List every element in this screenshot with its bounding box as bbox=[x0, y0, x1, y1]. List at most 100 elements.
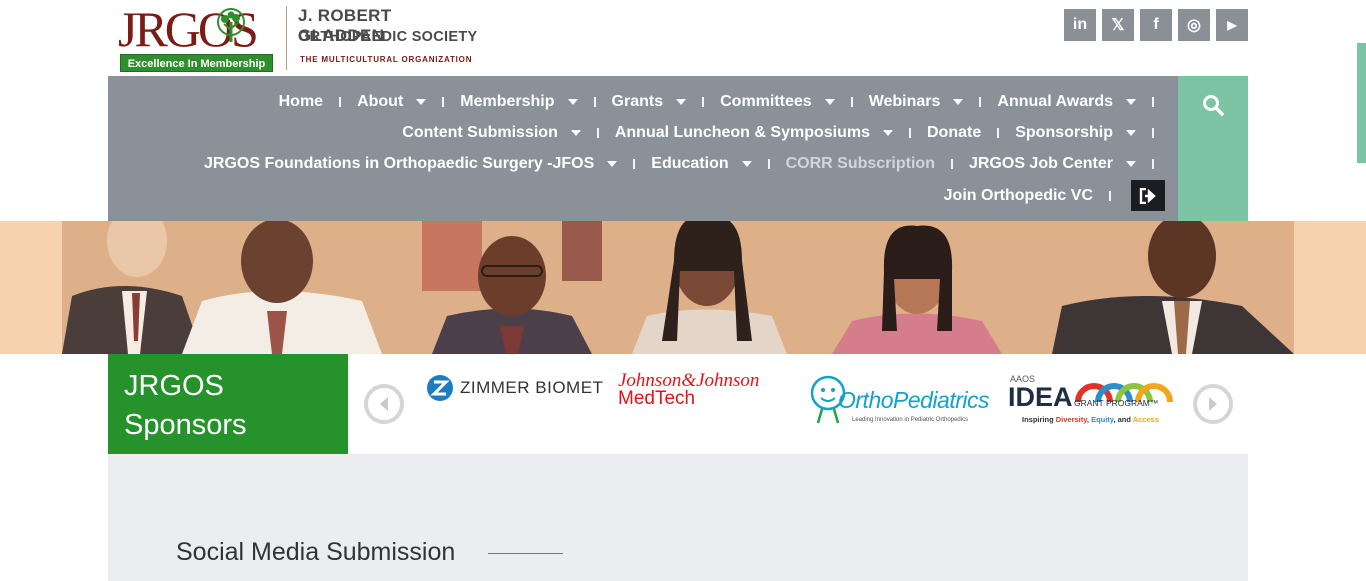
carousel-prev-button[interactable] bbox=[364, 384, 404, 424]
nav-about[interactable]: About bbox=[357, 93, 427, 111]
nav-grants-label: Grants bbox=[611, 93, 664, 110]
nav-donate[interactable]: Donate bbox=[927, 124, 981, 142]
logo-mark: JRGOS Excellence In Membership bbox=[118, 2, 274, 72]
nav-separator bbox=[979, 97, 982, 107]
orthopediatrics-name: OrthoPediatrics bbox=[838, 387, 990, 413]
nav-separator bbox=[702, 97, 705, 107]
nav-row-1: Home About Membership Grants Committees … bbox=[279, 93, 1170, 111]
x-icon[interactable]: 𝕏 bbox=[1102, 9, 1134, 41]
chevron-down-icon bbox=[953, 99, 964, 105]
nav-join-vc-label: Join Orthopedic VC bbox=[943, 186, 1093, 204]
zimmer-biomet-logo-icon bbox=[427, 375, 453, 401]
facebook-icon[interactable]: f bbox=[1140, 9, 1172, 41]
nav-annual-luncheon-label: Annual Luncheon & Symposiums bbox=[614, 124, 870, 141]
nav-jfos[interactable]: JRGOS Foundations in Orthopaedic Surgery… bbox=[204, 155, 618, 173]
chevron-down-icon bbox=[1126, 130, 1136, 136]
sponsor-aaos-idea[interactable]: AAOS IDEA GRANT PROGRAM™ Inspiring Diver… bbox=[1008, 374, 1178, 434]
sponsor-zimmer-biomet[interactable]: ZIMMER BIOMET bbox=[426, 374, 603, 402]
carousel-next-button[interactable] bbox=[1193, 384, 1233, 424]
nav-row-2: Content Submission Annual Luncheon & Sym… bbox=[402, 124, 1170, 142]
nav-job-center-label: JRGOS Job Center bbox=[968, 155, 1113, 172]
nav-separator bbox=[850, 97, 853, 107]
sponsors-title: JRGOS Sponsors bbox=[108, 354, 348, 454]
nav-corr-subscription[interactable]: CORR Subscription bbox=[786, 155, 935, 173]
logout-button[interactable] bbox=[1131, 180, 1165, 211]
sponsor-johnson-johnson[interactable]: Johnson&Johnson MedTech bbox=[618, 371, 759, 408]
tree-icon bbox=[217, 8, 245, 42]
sponsors-title-line1: JRGOS bbox=[124, 370, 224, 402]
chevron-down-icon bbox=[416, 99, 427, 105]
nav-join-vc[interactable]: Join Orthopedic VC bbox=[944, 187, 1093, 205]
nav-annual-awards-label: Annual Awards bbox=[997, 93, 1113, 110]
chevron-down-icon bbox=[567, 99, 578, 105]
nav-grants[interactable]: Grants bbox=[612, 93, 687, 111]
page: JRGOS Excellence In Membership J. ROBERT… bbox=[0, 0, 1366, 581]
logo-name-line2: ORTHOPAEDIC SOCIETY bbox=[298, 29, 478, 45]
social-links: in 𝕏 f ◎ ▶ bbox=[1064, 9, 1248, 41]
linkedin-icon[interactable]: in bbox=[1064, 9, 1096, 41]
logo-tagline: Excellence In Membership bbox=[120, 54, 273, 72]
nav-separator bbox=[596, 128, 599, 138]
nav-home[interactable]: Home bbox=[279, 93, 323, 111]
nav-annual-luncheon[interactable]: Annual Luncheon & Symposiums bbox=[615, 124, 893, 142]
nav-webinars-label: Webinars bbox=[868, 93, 941, 110]
nav-education[interactable]: Education bbox=[651, 155, 752, 173]
nav-content-submission-label: Content Submission bbox=[402, 124, 558, 141]
orthopediatrics-tagline: Leading Innovation in Pediatric Orthoped… bbox=[852, 417, 969, 423]
instagram-icon[interactable]: ◎ bbox=[1178, 9, 1210, 41]
chevron-down-icon bbox=[570, 130, 581, 136]
chevron-down-icon bbox=[1126, 99, 1136, 105]
hero-photo-illustration bbox=[62, 221, 1294, 354]
nav-webinars[interactable]: Webinars bbox=[869, 93, 964, 111]
sign-out-icon bbox=[1139, 187, 1156, 204]
idea-tagline-part: Inspiring bbox=[1022, 415, 1056, 424]
chevron-left-icon bbox=[380, 397, 388, 411]
idea-program: GRANT PROGRAM™ bbox=[1074, 398, 1159, 408]
nav-annual-awards[interactable]: Annual Awards bbox=[997, 93, 1136, 111]
content-section: Social Media Submission bbox=[108, 454, 1248, 581]
nav-separator bbox=[950, 159, 953, 169]
nav-committees[interactable]: Committees bbox=[720, 93, 835, 111]
section-heading: Social Media Submission bbox=[176, 538, 456, 566]
logo-divider bbox=[286, 6, 287, 70]
idea-tagline-access: Access bbox=[1132, 415, 1160, 424]
chevron-down-icon bbox=[824, 99, 835, 105]
nav-separator bbox=[1152, 128, 1154, 138]
chevron-down-icon bbox=[882, 130, 893, 136]
nav-row-4: Join Orthopedic VC bbox=[944, 180, 1165, 211]
nav-content-submission[interactable]: Content Submission bbox=[402, 124, 581, 142]
heading-rule bbox=[488, 553, 563, 554]
chevron-right-icon bbox=[1209, 397, 1217, 411]
nav-corr-subscription-label: CORR Subscription bbox=[785, 155, 935, 172]
nav-sponsorship-label: Sponsorship bbox=[1015, 124, 1113, 141]
youtube-icon[interactable]: ▶ bbox=[1216, 9, 1248, 41]
nav-committees-label: Committees bbox=[720, 93, 812, 110]
zimmer-biomet-name: ZIMMER BIOMET bbox=[460, 378, 604, 397]
nav-separator bbox=[593, 97, 596, 107]
nav-job-center[interactable]: JRGOS Job Center bbox=[969, 155, 1136, 173]
nav-education-label: Education bbox=[651, 155, 729, 172]
idea-tagline-part: , and bbox=[1113, 415, 1133, 424]
scrollbar-thumb[interactable] bbox=[1357, 43, 1366, 163]
sponsor-carousel: ZIMMER BIOMET Johnson&Johnson MedTech Or… bbox=[348, 354, 1248, 454]
idea-tagline: Inspiring Diversity, Equity, and Access bbox=[1022, 415, 1159, 424]
idea-tagline-diversity: Diversity bbox=[1055, 415, 1087, 424]
chevron-down-icon bbox=[676, 99, 687, 105]
main-navigation: Home About Membership Grants Committees … bbox=[108, 76, 1178, 221]
nav-separator bbox=[997, 128, 1000, 138]
nav-membership[interactable]: Membership bbox=[460, 93, 578, 111]
search-button[interactable] bbox=[1178, 76, 1248, 221]
chevron-down-icon bbox=[1126, 161, 1136, 167]
site-logo[interactable]: JRGOS Excellence In Membership J. ROBERT… bbox=[118, 2, 478, 74]
nav-sponsorship[interactable]: Sponsorship bbox=[1015, 124, 1136, 142]
sponsors-title-line2: Sponsors bbox=[124, 409, 247, 441]
chevron-down-icon bbox=[741, 161, 752, 167]
nav-separator bbox=[442, 97, 445, 107]
nav-donate-label: Donate bbox=[926, 124, 982, 141]
nav-separator bbox=[339, 97, 342, 107]
chevron-down-icon bbox=[607, 161, 618, 167]
sponsor-orthopediatrics[interactable]: OrthoPediatrics Leading Innovation in Pe… bbox=[810, 371, 990, 431]
nav-separator bbox=[767, 159, 770, 169]
hero-image bbox=[62, 221, 1294, 354]
idea-main: IDEA bbox=[1008, 382, 1073, 412]
